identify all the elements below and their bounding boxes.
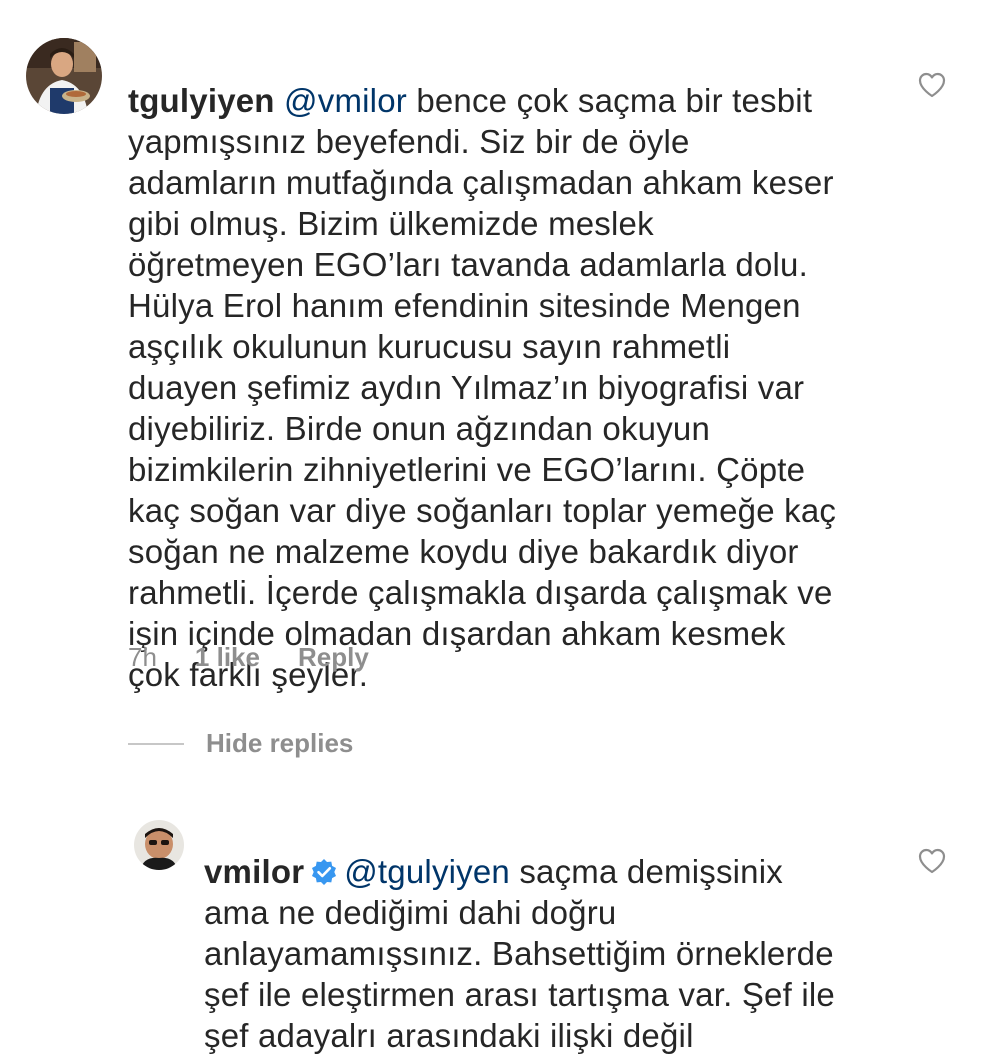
reply-button[interactable]: Reply bbox=[298, 642, 369, 673]
comment-body: tgulyiyen @vmilor bence çok saçma bir te… bbox=[128, 39, 918, 695]
hide-replies-label: Hide replies bbox=[206, 728, 354, 758]
reply-mention[interactable]: @tgulyiyen bbox=[344, 853, 510, 890]
comment-mention[interactable]: @vmilor bbox=[284, 82, 407, 119]
comment-tgulyiyen: tgulyiyen @vmilor bence çok saçma bir te… bbox=[0, 0, 1000, 700]
hide-replies-divider bbox=[128, 742, 184, 745]
heart-outline-icon[interactable] bbox=[918, 72, 946, 98]
verified-badge-icon bbox=[312, 859, 337, 885]
comment-meta: 7h 1 like Reply bbox=[128, 642, 407, 673]
like-count-button[interactable]: 1 like bbox=[195, 642, 260, 673]
heart-outline-icon[interactable] bbox=[918, 848, 946, 874]
user-avatar-icon bbox=[134, 820, 184, 870]
chef-avatar-icon bbox=[26, 38, 102, 114]
reply-username[interactable]: vmilor bbox=[204, 853, 304, 890]
comment-vmilor: vmilor @tgulyiyen saçma demişsinix ama ne… bbox=[0, 800, 1000, 1054]
reply-body: vmilor @tgulyiyen saçma demişsinix ama ne… bbox=[204, 810, 904, 1056]
avatar-tgulyiyen[interactable] bbox=[26, 38, 102, 114]
comment-text: bence çok saçma bir tesbit yapmışsınız b… bbox=[128, 82, 837, 693]
hide-replies-button[interactable]: Hide replies bbox=[128, 728, 353, 759]
comment-username[interactable]: tgulyiyen bbox=[128, 82, 275, 119]
avatar-vmilor[interactable] bbox=[134, 820, 184, 870]
comment-timestamp: 7h bbox=[128, 642, 157, 672]
